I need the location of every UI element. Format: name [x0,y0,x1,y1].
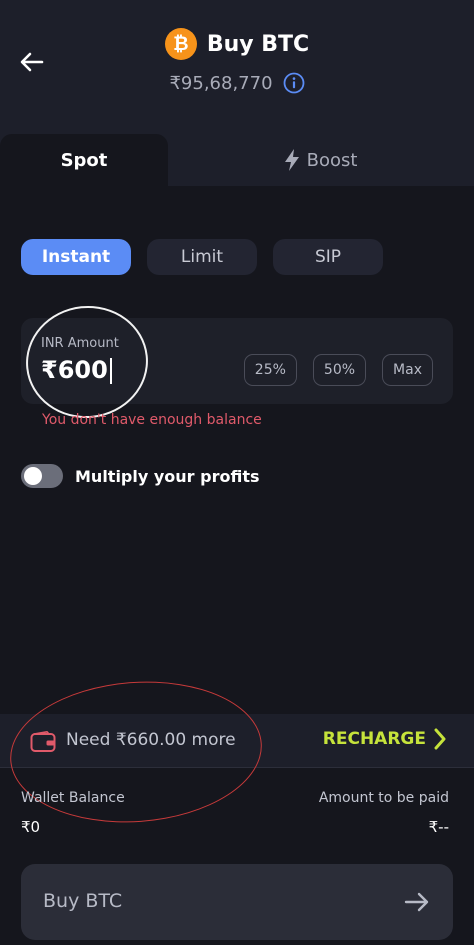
amount-to-pay-label: Amount to be paid [318,790,449,806]
buy-btc-label: Buy BTC [43,890,123,912]
buy-btc-button[interactable]: Buy BTC [21,864,453,940]
quick-pick-max[interactable]: Max [382,354,433,386]
order-type-sip[interactable]: SIP [273,239,383,275]
bolt-icon [284,149,299,171]
insufficient-balance-error: You don't have enough balance [42,412,262,428]
page-title: Buy BTC [206,31,310,57]
bitcoin-icon: ₿ [164,28,197,60]
tab-boost[interactable]: Boost [168,134,474,186]
chevron-right-icon [434,728,446,750]
order-type-limit[interactable]: Limit [147,239,257,275]
order-type-instant[interactable]: Instant [21,239,131,275]
arrow-right-icon [404,892,429,912]
balance-summary: Wallet Balance Amount to be paid ₹0 ₹-- [21,790,453,840]
recharge-button[interactable]: RECHARGE [323,728,446,750]
tab-spot[interactable]: Spot [0,134,168,186]
wallet-balance-label: Wallet Balance [21,790,125,806]
trade-tabs: Spot Boost [0,134,474,186]
wallet-balance-value: ₹0 [21,818,41,836]
quick-pick-25[interactable]: 25% [243,354,297,386]
title-row: ₿ Buy BTC [0,26,474,62]
multiply-profits-label: Multiply your profits [75,466,260,486]
info-icon[interactable] [283,72,305,94]
btc-price: ₹95,68,770 [169,72,273,94]
amount-to-pay-value: ₹-- [428,818,449,836]
quick-pick-50[interactable]: 50% [312,354,367,386]
quick-pick-chips: 25% 50% Max [243,354,433,386]
toggle-knob [24,467,42,485]
recharge-label: RECHARGE [322,729,426,749]
tab-boost-label: Boost [306,149,358,171]
header: ₿ Buy BTC ₹95,68,770 Spot Boost [0,0,474,186]
multiply-profits-row: Multiply your profits [21,464,260,488]
multiply-profits-toggle[interactable] [21,464,63,488]
order-type-selector: Instant Limit SIP [21,239,383,275]
price-row: ₹95,68,770 [0,70,474,96]
